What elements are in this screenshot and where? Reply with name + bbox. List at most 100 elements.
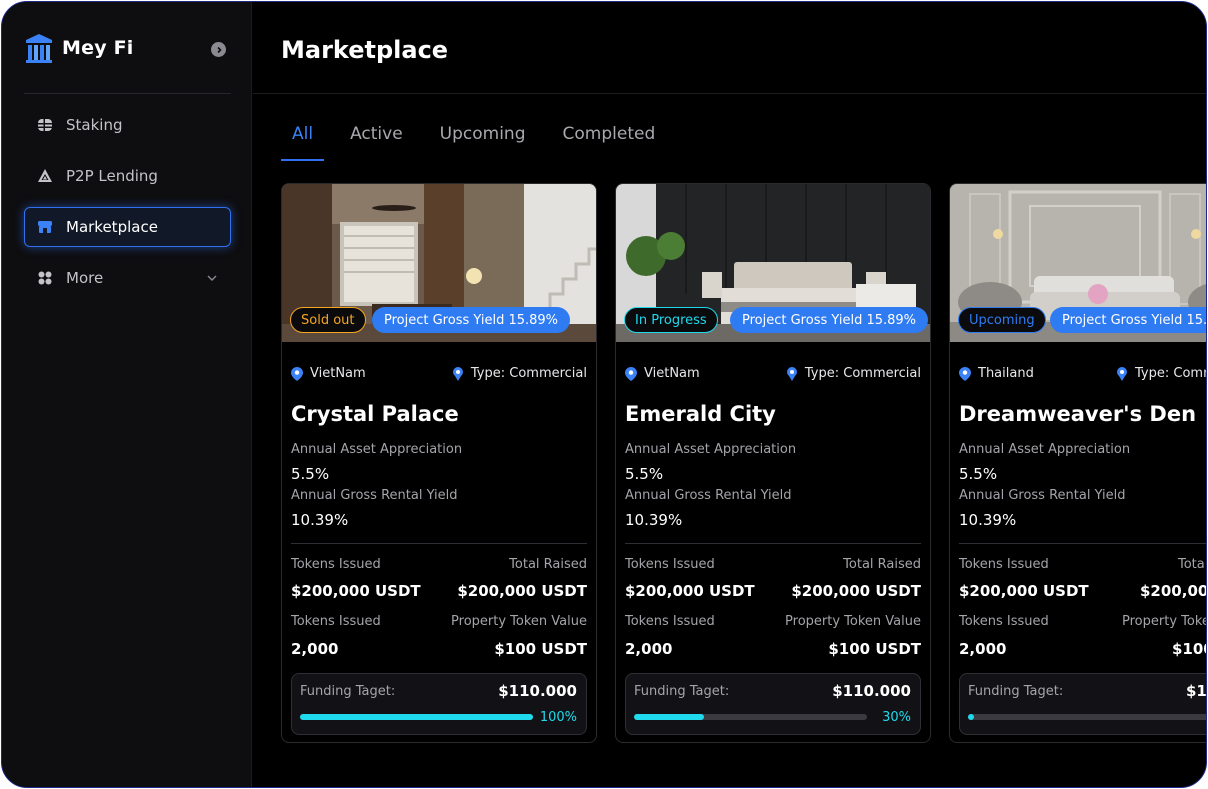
type-badge-icon [1117,366,1127,381]
property-card[interactable]: Sold out Project Gross Yield 15.89% Viet… [281,183,597,743]
card-divider [291,543,587,544]
total-raised-label: Total Raised [509,557,587,572]
appreciation-label: Annual Asset Appreciation [959,442,1131,457]
yield-badge: Project Gross Yield 15.89% [730,307,929,333]
total-raised-label: Total [1178,557,1207,572]
sidebar-item-label: Staking [66,116,123,134]
tokens-count-value: 2,000 [625,640,673,658]
tab-upcoming[interactable]: Upcoming [429,124,537,161]
funding-label: Funding Taget: [968,684,1064,699]
sidebar-item-p2p-lending[interactable]: P2P Lending [24,156,231,196]
tokens-issued-label: Tokens Issued [959,614,1049,629]
yield-badge: Project Gross Yield 15.8 [1050,307,1206,333]
sidebar-item-label: Marketplace [66,218,158,236]
appreciation-label: Annual Asset Appreciation [291,442,463,457]
tokens-issued-label: Tokens Issued [625,557,715,572]
sidebar-item-marketplace[interactable]: Marketplace [24,207,231,247]
card-divider [959,543,1206,544]
funding-progress-bar [300,714,533,720]
funding-amount: $110.000 [498,682,577,700]
token-value-label: Property Token Value [785,614,921,629]
funding-label: Funding Taget: [634,684,730,699]
tokens-issued-label: Tokens Issued [291,614,381,629]
tokens-issued-label: Tokens Issued [959,557,1049,572]
funding-progress-fill [634,714,704,720]
sidebar-nav: Staking P2P Lending Marketplace More [24,105,231,309]
rental-yield-label: Annual Gross Rental Yield [625,488,792,503]
location: Thailand [959,366,1034,381]
chevron-down-icon [207,275,217,281]
token-value-label: Property Token Value [451,614,587,629]
tokens-count-value: 2,000 [959,640,1007,658]
property-card[interactable]: In Progress Project Gross Yield 15.89% V… [615,183,931,743]
location-text: VietNam [644,366,700,381]
sidebar-item-label: P2P Lending [66,167,158,185]
funding-panel: Funding Taget: $110.000 30% [625,673,921,735]
location-pin-icon [291,366,303,381]
page-title: Marketplace [281,36,449,64]
property-card-list: Sold out Project Gross Yield 15.89% Viet… [281,183,1207,744]
chevron-right-icon [216,46,222,53]
total-raised-label: Total Raised [843,557,921,572]
type-badge-icon [452,366,463,381]
location: VietNam [291,366,366,381]
type-text: Type: Commercial [804,366,921,381]
appreciation-value: 5.5% [291,465,330,483]
tokens-issued-value: $200,000 USDT [291,582,421,600]
p2p-lending-icon [37,168,53,184]
funding-panel: Funding Taget: $110 [959,673,1207,735]
rental-yield-value: 10.39% [625,511,683,529]
appreciation-value: 5.5% [625,465,664,483]
type-badge-icon [786,366,797,381]
property-title: Dreamweaver's Den [959,402,1197,426]
funding-progress-fill [968,714,974,720]
location: VietNam [625,366,700,381]
funding-progress-bar [968,714,1206,720]
type-text: Type: Comm [1135,366,1206,381]
total-raised-value: $200,000 USDT [791,582,921,600]
funding-amount: $110 [1186,682,1207,700]
marketplace-icon [37,219,53,235]
token-value-value: $100 USDT [828,640,921,658]
token-value-value: $100 [1172,640,1206,658]
total-raised-value: $200,000 USDT [457,582,587,600]
tab-active[interactable]: Active [339,124,414,161]
brand[interactable]: Mey Fi [24,32,134,64]
status-badge: In Progress [624,307,718,333]
sidebar-item-more[interactable]: More [24,258,231,298]
filter-tabs: All Active Upcoming Completed [281,124,681,161]
location-pin-icon [625,366,637,381]
token-value-label: Property Toke [1122,614,1207,629]
location-pin-icon [959,366,971,381]
tokens-issued-label: Tokens Issued [625,614,715,629]
funding-percent: 100% [539,710,577,725]
location-text: VietNam [310,366,366,381]
property-title: Crystal Palace [291,402,459,426]
appreciation-label: Annual Asset Appreciation [625,442,797,457]
tab-completed[interactable]: Completed [552,124,667,161]
app-window: Mey Fi Staking P2P Lending Marketplace M… [1,1,1207,788]
sidebar-item-staking[interactable]: Staking [24,105,231,145]
status-badge: Sold out [290,307,366,333]
funding-progress-fill [300,714,533,720]
brand-name: Mey Fi [62,37,134,59]
appreciation-value: 5.5% [959,465,998,483]
status-badge: Upcoming [958,307,1046,333]
total-raised-value: $200,000 [1140,582,1206,600]
header-divider [253,93,1206,94]
rental-yield-value: 10.39% [959,511,1017,529]
sidebar: Mey Fi Staking P2P Lending Marketplace M… [2,2,252,787]
property-card[interactable]: Upcoming Project Gross Yield 15.8 Thaila… [949,183,1207,743]
rental-yield-label: Annual Gross Rental Yield [291,488,458,503]
tokens-issued-value: $200,000 USDT [959,582,1089,600]
funding-progress-bar [634,714,867,720]
tokens-issued-value: $200,000 USDT [625,582,755,600]
more-grid-icon [37,270,53,286]
collapse-sidebar-button[interactable] [211,42,226,57]
rental-yield-label: Annual Gross Rental Yield [959,488,1126,503]
yield-badge: Project Gross Yield 15.89% [372,307,571,333]
tab-all[interactable]: All [281,124,325,161]
property-title: Emerald City [625,402,776,426]
sidebar-item-label: More [66,269,104,287]
property-type: Type: Commercial [452,366,587,381]
